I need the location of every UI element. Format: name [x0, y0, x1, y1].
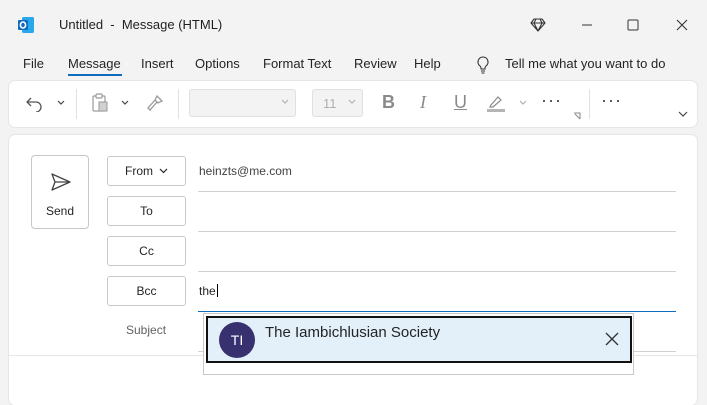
italic-button[interactable]: I — [420, 92, 426, 113]
dialog-launcher-icon[interactable] — [572, 111, 582, 121]
window-title: Untitled - Message (HTML) — [59, 17, 223, 32]
from-underline — [198, 191, 676, 192]
avatar: TI — [219, 322, 255, 358]
to-label: To — [140, 204, 153, 218]
ribbon-collapse-chevron-icon[interactable] — [677, 109, 689, 119]
title-bar: Untitled - Message (HTML) — [0, 0, 707, 50]
bcc-field[interactable]: the — [199, 284, 218, 298]
ribbon-separator — [76, 89, 77, 119]
send-button[interactable]: Send — [31, 155, 89, 229]
format-painter-icon[interactable] — [144, 92, 166, 114]
lightbulb-icon — [475, 55, 491, 75]
chevron-down-icon — [348, 99, 356, 104]
cc-underline — [198, 271, 676, 272]
tab-help[interactable]: Help — [414, 56, 441, 71]
bcc-underline — [198, 311, 676, 312]
tab-message[interactable]: Message — [68, 56, 121, 71]
to-button[interactable]: To — [107, 196, 186, 226]
font-size-value: 11 — [323, 96, 337, 111]
from-button[interactable]: From — [107, 156, 186, 186]
diamond-icon[interactable] — [527, 14, 549, 36]
ribbon-toolbar: 11 B I U ··· ··· — [9, 81, 697, 127]
suggestion-name: The Iambichlusian Society — [265, 324, 441, 341]
active-tab-indicator — [68, 74, 122, 76]
font-size-combobox[interactable]: 11 — [312, 89, 363, 117]
from-address: heinzts@me.com — [199, 164, 292, 178]
more-font-options-button[interactable]: ··· — [541, 90, 562, 111]
tab-format-text[interactable]: Format Text — [263, 56, 331, 71]
font-name-combobox[interactable] — [189, 89, 296, 117]
close-window-button[interactable] — [671, 14, 693, 36]
ribbon-separator — [178, 89, 179, 119]
tab-review[interactable]: Review — [354, 56, 397, 71]
bcc-button[interactable]: Bcc — [107, 276, 186, 306]
subject-label: Subject — [126, 323, 167, 337]
to-underline — [198, 231, 676, 232]
tab-options[interactable]: Options — [195, 56, 240, 71]
text-caret — [216, 284, 218, 297]
remove-suggestion-icon[interactable] — [605, 332, 621, 348]
bcc-typed-text: the — [199, 284, 216, 298]
undo-icon[interactable] — [23, 92, 45, 114]
highlight-icon[interactable] — [485, 91, 507, 115]
from-label: From — [125, 164, 153, 178]
minimize-button[interactable] — [576, 14, 598, 36]
underline-button[interactable]: U — [454, 92, 467, 113]
bold-button[interactable]: B — [382, 92, 395, 113]
ribbon-tabs: File Message Insert Options Format Text … — [0, 50, 707, 78]
more-commands-button[interactable]: ··· — [601, 90, 622, 111]
autocomplete-suggestion[interactable]: TI The Iambichlusian Society — [206, 316, 632, 363]
tab-insert[interactable]: Insert — [141, 56, 174, 71]
ribbon-separator — [589, 89, 590, 119]
tell-me-search[interactable]: Tell me what you want to do — [505, 56, 665, 71]
chevron-down-icon — [281, 99, 289, 104]
bcc-label: Bcc — [136, 284, 157, 298]
cc-label: Cc — [139, 244, 154, 258]
paste-dropdown-chevron-icon[interactable] — [119, 97, 131, 109]
cc-button[interactable]: Cc — [107, 236, 186, 266]
send-label: Send — [45, 204, 75, 218]
paste-icon[interactable] — [89, 92, 111, 114]
chevron-down-icon — [159, 168, 168, 174]
send-icon — [51, 173, 71, 191]
outlook-app-icon — [17, 16, 35, 34]
autocomplete-popup: TI The Iambichlusian Society — [203, 313, 634, 375]
undo-dropdown-chevron-icon[interactable] — [55, 97, 67, 109]
tab-file[interactable]: File — [23, 56, 44, 71]
highlight-dropdown-chevron-icon[interactable] — [517, 97, 529, 109]
maximize-button[interactable] — [622, 14, 644, 36]
